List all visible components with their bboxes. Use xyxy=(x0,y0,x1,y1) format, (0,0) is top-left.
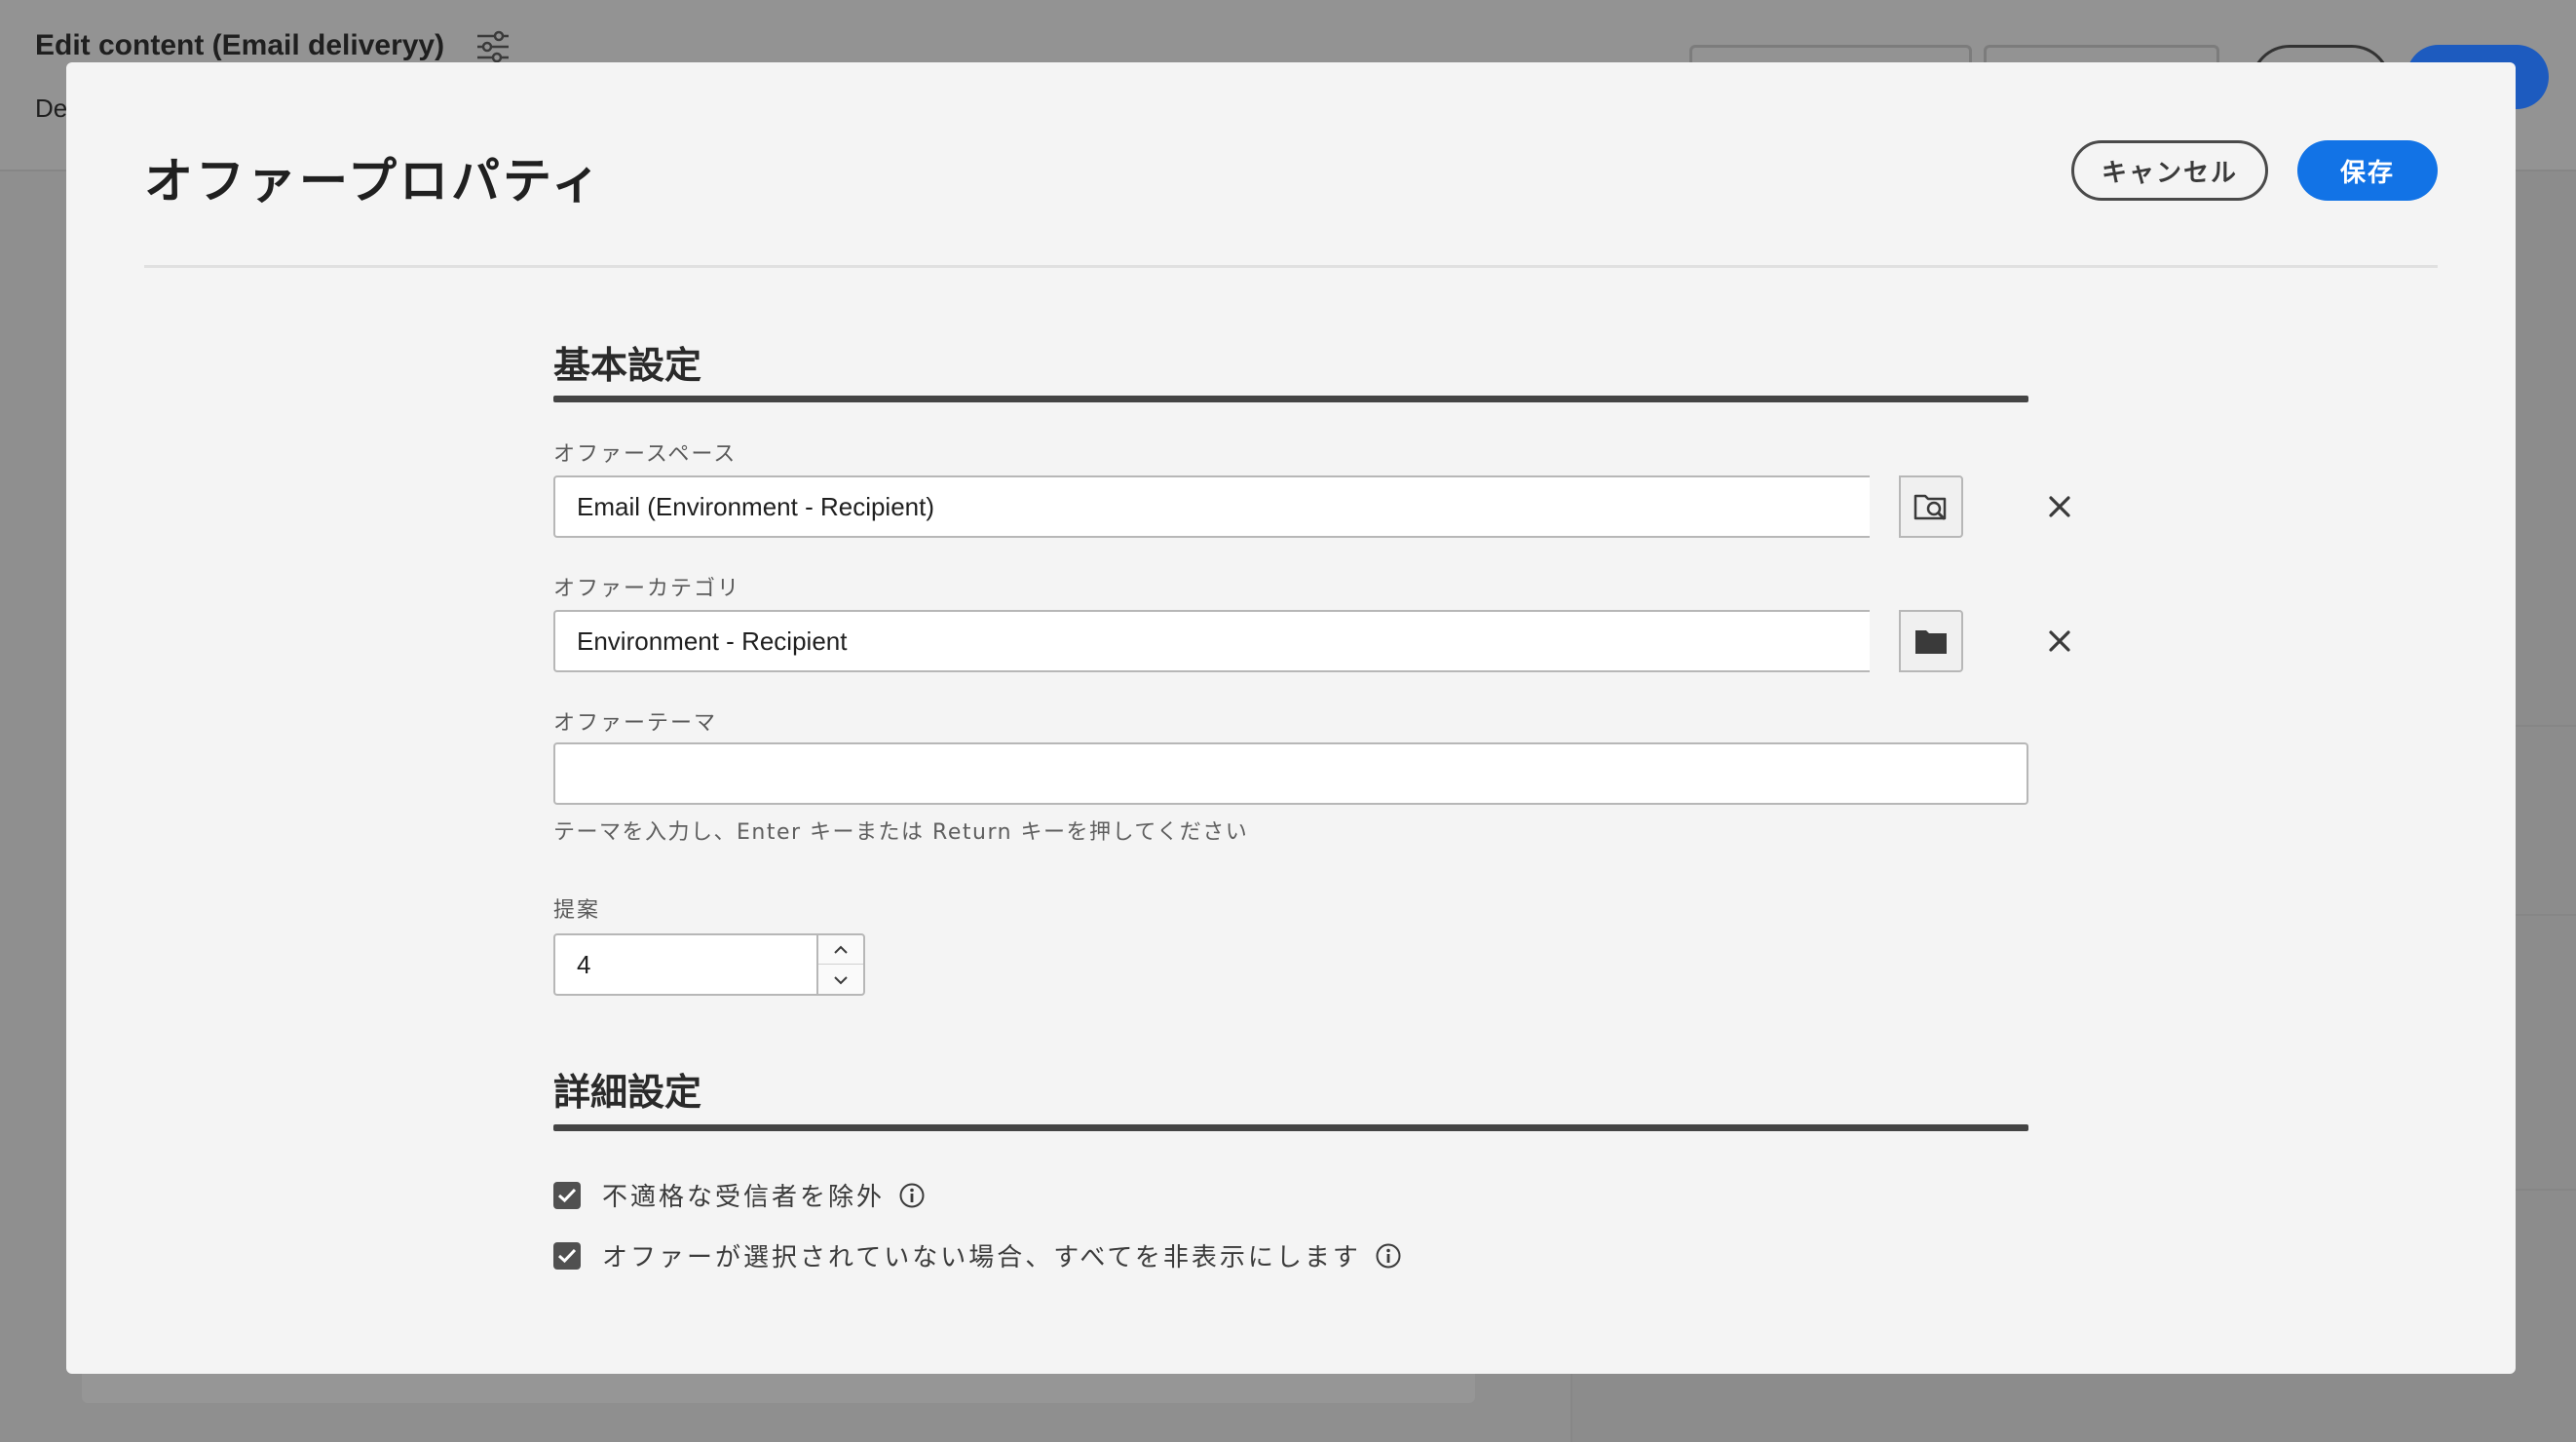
hide-all-label: オファーが選択されていない場合、すべてを非表示にします xyxy=(602,1243,1361,1272)
header-divider xyxy=(144,265,2438,268)
hide-all-checkbox[interactable] xyxy=(553,1241,581,1270)
settings-sliders-icon[interactable] xyxy=(474,29,512,64)
save-button[interactable]: 保存 xyxy=(2297,140,2438,201)
offer-category-label: オファーカテゴリ xyxy=(553,577,741,601)
close-icon xyxy=(2049,630,2070,652)
hide-all-row: オファーが選択されていない場合、すべてを非表示にします xyxy=(553,1237,1402,1273)
basic-settings-heading: 基本設定 xyxy=(553,344,702,387)
folder-search-icon xyxy=(1913,494,1947,520)
chevron-up-icon xyxy=(834,945,848,954)
offer-theme-label: オファーテーマ xyxy=(553,711,718,736)
exclude-ineligible-label: 不適格な受信者を除外 xyxy=(602,1183,886,1212)
window-title: Edit content (Email deliveryy) xyxy=(35,29,445,61)
offer-theme-field[interactable] xyxy=(553,742,2028,805)
offer-category-field[interactable]: Environment - Recipient xyxy=(553,610,1870,672)
exclude-ineligible-checkbox[interactable] xyxy=(553,1181,581,1209)
checkmark-icon xyxy=(557,1188,577,1202)
proposals-stepper xyxy=(816,933,865,996)
advanced-settings-heading: 詳細設定 xyxy=(553,1071,702,1114)
chevron-down-icon xyxy=(834,976,848,985)
basic-settings-rule xyxy=(553,396,2028,402)
folder-icon xyxy=(1915,630,1947,654)
increment-button[interactable] xyxy=(818,935,863,965)
info-icon[interactable] xyxy=(1375,1242,1402,1270)
offer-space-field[interactable]: Email (Environment - Recipient) xyxy=(553,475,1870,538)
cancel-button[interactable]: キャンセル xyxy=(2071,140,2268,201)
close-icon xyxy=(2049,496,2070,517)
offer-category-clear-button[interactable] xyxy=(2040,622,2079,661)
exclude-ineligible-row: 不適格な受信者を除外 xyxy=(553,1177,926,1213)
advanced-settings-rule xyxy=(553,1124,2028,1131)
proposals-label: 提案 xyxy=(553,898,601,923)
offer-theme-help-text: テーマを入力し、Enter キーまたは Return キーを押してください xyxy=(553,820,1249,845)
background-tab[interactable]: De xyxy=(35,94,67,124)
proposals-number-input[interactable]: 4 xyxy=(553,933,816,996)
offer-properties-dialog: オファープロパティ キャンセル 保存 基本設定 オファースペース Email (… xyxy=(66,62,2516,1374)
checkmark-icon xyxy=(557,1248,577,1263)
offer-space-label: オファースペース xyxy=(553,442,738,467)
decrement-button[interactable] xyxy=(818,966,863,995)
offer-category-picker-button[interactable] xyxy=(1899,610,1963,672)
offer-space-clear-button[interactable] xyxy=(2040,487,2079,526)
offer-space-picker-button[interactable] xyxy=(1899,475,1963,538)
info-icon[interactable] xyxy=(898,1182,926,1209)
dialog-title: オファープロパティ xyxy=(144,153,603,209)
